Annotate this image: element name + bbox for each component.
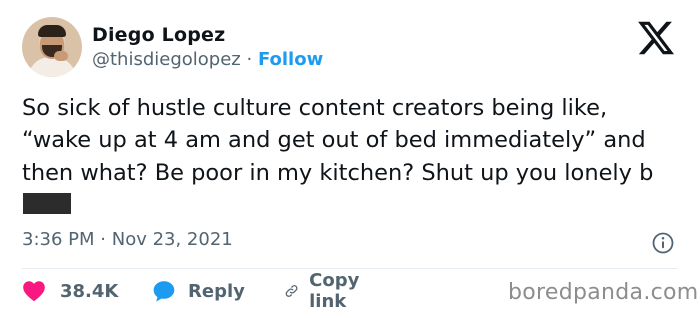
follow-link[interactable]: Follow	[258, 49, 323, 70]
tweet-timestamp[interactable]: 3:36 PM · Nov 23, 2021	[22, 229, 233, 250]
speech-bubble-icon	[153, 281, 175, 302]
tweet-date: Nov 23, 2021	[111, 229, 233, 250]
avatar[interactable]	[22, 17, 82, 77]
author-name[interactable]: Diego Lopez	[92, 24, 225, 46]
reply-button[interactable]: Reply	[152, 276, 245, 306]
tweet-time: 3:36 PM	[22, 229, 95, 250]
tweet-text-content: So sick of hustle culture content creato…	[22, 95, 654, 186]
divider	[22, 268, 678, 269]
x-logo-icon[interactable]	[636, 18, 676, 58]
handle-separator: ·	[246, 49, 253, 70]
like-count: 38.4K	[60, 280, 119, 302]
meta-separator: ·	[100, 229, 106, 250]
tweet-text: So sick of hustle culture content creato…	[22, 92, 682, 222]
link-icon	[285, 285, 298, 297]
info-icon[interactable]	[651, 231, 675, 255]
reply-label: Reply	[188, 280, 245, 302]
copy-link-button[interactable]: Copy link	[284, 270, 368, 312]
like-button[interactable]: 38.4K	[22, 276, 118, 306]
tweet-card: Diego Lopez @thisdiegolopez · Follow So …	[0, 0, 700, 318]
copy-link-label: Copy link	[309, 270, 360, 312]
author-handle-line: @thisdiegolopez · Follow	[92, 49, 323, 70]
author-handle[interactable]: @thisdiegolopez	[92, 49, 241, 70]
heart-icon	[23, 281, 45, 302]
redaction-box	[23, 193, 71, 215]
watermark: boredpanda.com	[508, 280, 699, 305]
